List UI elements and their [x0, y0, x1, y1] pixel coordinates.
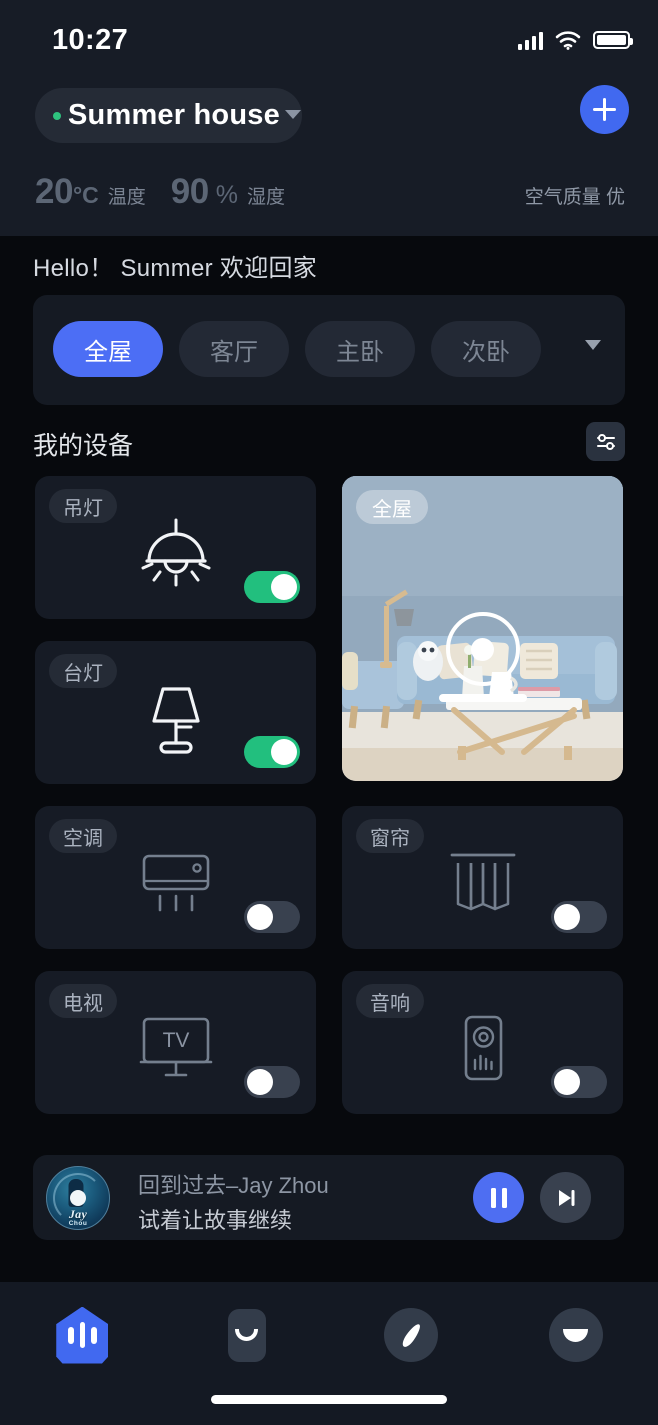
- device-card-desk-lamp[interactable]: 台灯: [35, 641, 316, 784]
- smile-square-icon: [227, 1308, 266, 1362]
- device-toggle[interactable]: [551, 1066, 607, 1098]
- svg-text:TV: TV: [162, 1029, 189, 1052]
- power-slider-bar[interactable]: [438, 694, 527, 702]
- device-toggle[interactable]: [244, 571, 300, 603]
- device-toggle[interactable]: [244, 901, 300, 933]
- device-card-speaker[interactable]: 音响: [342, 971, 623, 1114]
- compass-needle-icon: [384, 1308, 439, 1362]
- device-card-pendant-lamp[interactable]: 吊灯: [35, 476, 316, 619]
- power-ring-icon[interactable]: [445, 612, 520, 686]
- nav-item-profile[interactable]: [494, 1304, 658, 1366]
- room-photo-label: 全屋: [356, 490, 428, 524]
- device-toggle[interactable]: [551, 901, 607, 933]
- nav-item-scenes[interactable]: [165, 1304, 330, 1366]
- nav-item-home[interactable]: [0, 1304, 165, 1366]
- device-toggle[interactable]: [244, 1066, 300, 1098]
- nav-item-discover[interactable]: [329, 1304, 494, 1366]
- track-title: 回到过去–Jay Zhou: [138, 1173, 329, 1198]
- device-card-air-conditioner[interactable]: 空调: [35, 806, 316, 949]
- track-lyric: 试着让故事继续: [138, 1208, 293, 1233]
- home-house-icon: [56, 1306, 109, 1364]
- album-art-title: Jay: [68, 1207, 88, 1221]
- bottom-nav-items: [0, 1304, 658, 1366]
- device-card-tv[interactable]: 电视 TV: [35, 971, 316, 1114]
- bottom-navigation-bar: [0, 1282, 658, 1425]
- music-player-bar[interactable]: Jay Chou 回到过去–Jay Zhou 试着让故事继续: [33, 1155, 624, 1240]
- device-toggle[interactable]: [244, 736, 300, 768]
- dome-circle-icon: [548, 1308, 603, 1362]
- home-indicator-bar: [211, 1395, 447, 1404]
- device-card-curtain[interactable]: 窗帘: [342, 806, 623, 949]
- album-art-subtitle: Chou: [68, 1220, 88, 1227]
- room-photo-card[interactable]: 全屋: [342, 476, 623, 781]
- album-art: Jay Chou: [46, 1166, 110, 1230]
- pause-icon[interactable]: [473, 1172, 524, 1223]
- album-art-center-hole: [70, 1190, 86, 1206]
- next-track-icon[interactable]: [540, 1172, 591, 1223]
